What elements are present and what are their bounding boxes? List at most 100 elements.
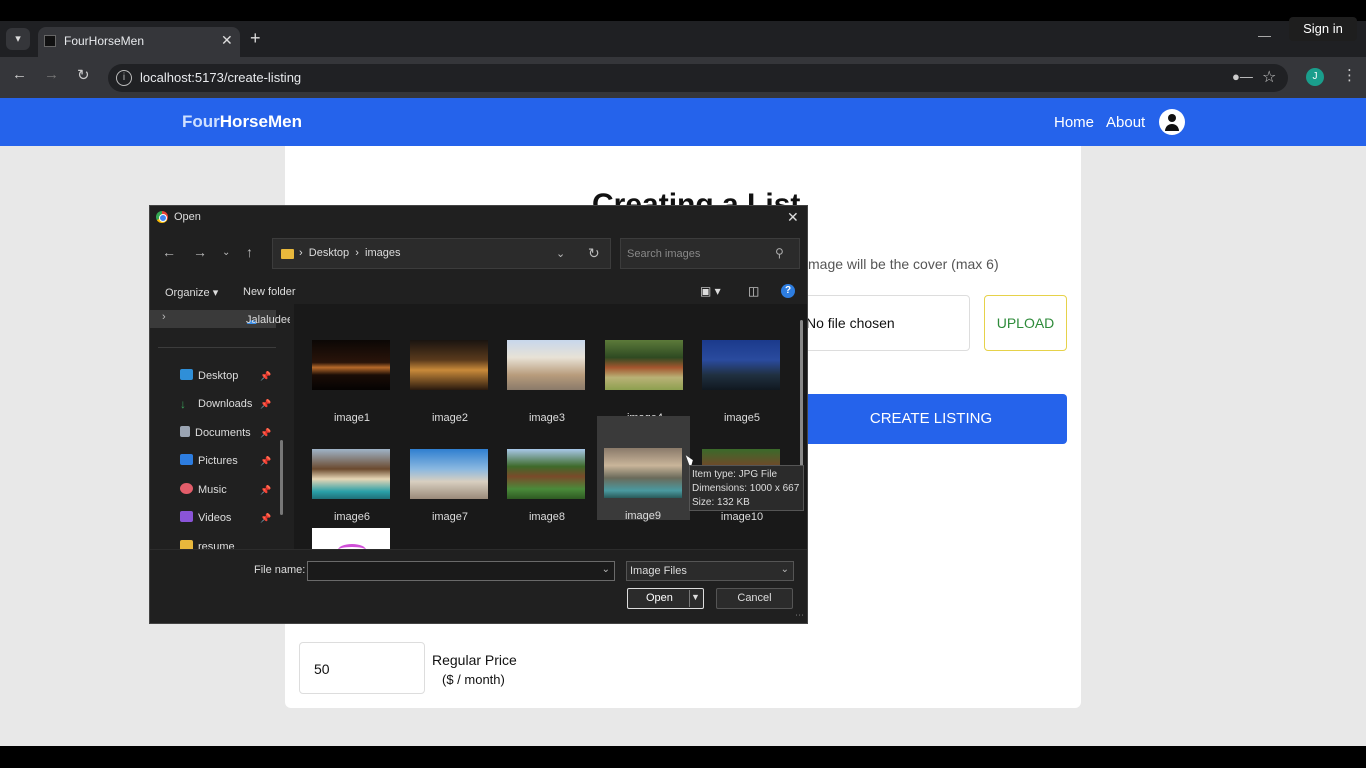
image-thumbnail [507,449,585,499]
file-item[interactable]: image5 [696,326,788,430]
browser-menu-icon[interactable]: ⋮ [1342,66,1357,84]
file-name: image7 [431,511,469,523]
file-item-selected[interactable]: image9 [597,416,690,522]
music-icon [180,483,193,494]
open-split-divider [689,590,690,607]
open-button[interactable]: Open ▼ [627,588,704,609]
sidebar-item-resume[interactable]: resume [180,540,235,549]
file-info-tooltip: Item type: JPG File Dimensions: 1000 x 6… [689,465,804,511]
nav-home-link[interactable]: Home [1054,114,1094,131]
site-info-icon[interactable]: i [116,70,132,86]
file-name-input[interactable]: ⌄ [307,561,615,581]
tooltip-dimensions: Dimensions: 1000 x 667 [692,483,800,494]
cancel-button[interactable]: Cancel [716,588,793,609]
forward-icon[interactable]: → [44,66,59,83]
up-folder-icon[interactable]: ↑ [246,244,253,260]
file-name-label: File name: [254,564,306,576]
dialog-back-icon[interactable]: ← [162,244,176,260]
sidebar-item-desktop[interactable]: Desktop [180,369,238,382]
file-item[interactable]: image4 [599,326,691,430]
sidebar-item-music[interactable]: Music [180,483,227,496]
sign-in-button[interactable]: Sign in [1289,17,1357,41]
nav-scrollbar[interactable] [280,440,283,515]
file-type-dropdown-icon: ⌄ [780,564,789,575]
file-item[interactable]: image7 [404,421,496,525]
breadcrumb-images[interactable]: images [365,247,400,259]
tab-close-icon[interactable]: ✕ [221,32,233,49]
file-item[interactable]: image2 [404,326,496,430]
breadcrumb: › Desktop › images [299,247,401,259]
navigation-pane: ☁ Jalaludeen - Pers › Desktop 📌 ↓Downloa… [150,304,290,549]
sidebar-item-onedrive[interactable]: ☁ Jalaludeen - Pers [150,310,290,328]
dialog-close-icon[interactable]: ✕ [787,209,799,226]
videos-icon [180,511,193,522]
chrome-icon [156,211,168,223]
resize-grip-icon[interactable]: ⋯ [795,610,804,621]
reload-icon[interactable]: ↻ [77,66,90,84]
open-dropdown-icon[interactable]: ▼ [691,592,700,602]
dialog-footer: File name: ⌄ Image Files ⌄ Open ▼ Cancel… [150,549,807,623]
pin-icon: 📌 [260,371,272,381]
file-input[interactable]: No file chosen [790,295,970,351]
nav-divider [158,347,276,348]
file-status: No file chosen [806,315,895,331]
sidebar-item-pictures[interactable]: Pictures [180,454,238,467]
bookmark-star-icon[interactable]: ☆ [1262,67,1276,87]
profile-avatar[interactable]: J [1306,68,1324,86]
file-list-scrollbar[interactable] [800,320,803,470]
partial-file-thumbnail[interactable] [312,528,390,549]
pin-icon: 📌 [260,513,272,523]
back-icon[interactable]: ← [12,66,27,83]
organize-menu[interactable]: Organize ▾ [165,286,218,299]
image-thumbnail [605,340,683,390]
tab-title: FourHorseMen [64,34,145,48]
dialog-address-bar[interactable]: › Desktop › images ⌄ ↻ [272,238,611,269]
upload-button[interactable]: UPLOAD [984,295,1067,351]
image-thumbnail [410,449,488,499]
open-file-dialog: Open ✕ ← → ⌄ ↑ › Desktop › images ⌄ ↻ Se… [149,205,808,624]
tooltip-item-type: Item type: JPG File [692,469,778,480]
recent-locations-icon[interactable]: ⌄ [222,247,230,258]
refresh-icon[interactable]: ↻ [588,245,600,262]
address-dropdown-icon[interactable]: ⌄ [556,247,565,260]
pin-icon: 📌 [260,456,272,466]
sidebar-item-videos[interactable]: Videos [180,511,231,524]
brand-logo[interactable]: FourHorseMen [182,112,302,132]
create-listing-button[interactable]: CREATE LISTING [795,394,1067,444]
breadcrumb-desktop[interactable]: Desktop [309,247,349,259]
search-placeholder: Search images [627,248,701,260]
regular-price-unit: ($ / month) [442,672,505,687]
new-tab-button[interactable]: + [250,28,261,49]
password-key-icon[interactable]: ●— [1232,69,1253,84]
file-name-dropdown-icon[interactable]: ⌄ [602,564,610,575]
tab-favicon [44,35,56,47]
image-thumbnail [312,449,390,499]
file-type-select[interactable]: Image Files ⌄ [626,561,794,581]
new-folder-button[interactable]: New folder [243,286,296,298]
sidebar-item-documents[interactable]: Documents [180,426,251,439]
screen-bottom-bar [0,746,1366,768]
file-item[interactable]: image1 [306,326,398,430]
minimize-icon[interactable]: — [1258,28,1271,43]
file-name: image9 [624,510,662,522]
file-list: image1 image2 image3 image4 image5 image… [294,304,807,549]
nav-about-link[interactable]: About [1106,114,1145,131]
regular-price-input[interactable]: 50 [299,642,425,694]
expand-chevron-icon[interactable]: › [162,311,166,323]
image-thumbnail [507,340,585,390]
preview-pane-icon[interactable]: ◫ [748,284,759,298]
browser-tab[interactable]: FourHorseMen ✕ [38,27,240,57]
dialog-search-input[interactable]: Search images ⚲ [620,238,800,269]
user-avatar-icon[interactable] [1159,109,1185,135]
file-item[interactable]: image3 [501,326,593,430]
image-thumbnail [312,340,390,390]
tab-search-button[interactable]: ▾ [6,28,30,50]
sidebar-item-downloads[interactable]: ↓ Downloads [180,397,252,411]
help-icon[interactable]: ? [781,284,795,298]
file-item[interactable]: image6 [306,421,398,525]
file-item[interactable]: image8 [501,421,593,525]
downloads-icon: ↓ [180,397,186,411]
change-view-icon[interactable]: ▣ ▾ [700,284,721,298]
dialog-forward-icon[interactable]: → [193,244,207,260]
address-bar[interactable]: i localhost:5173/create-listing ●— ☆ [108,64,1288,92]
